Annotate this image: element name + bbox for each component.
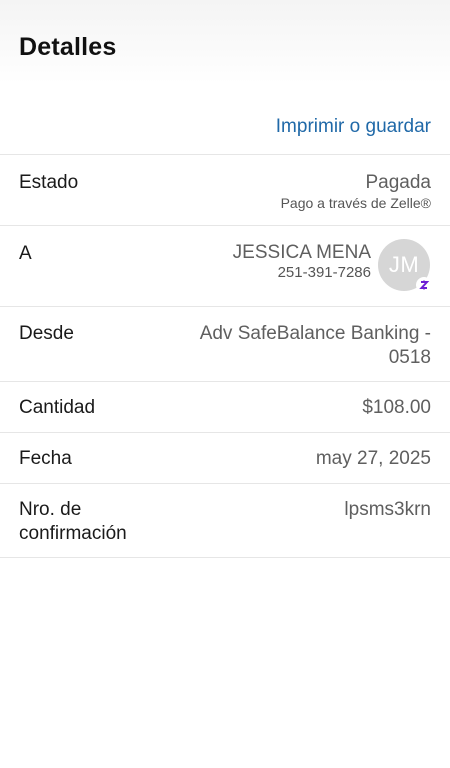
recipient-name: JESSICA MENA <box>232 242 371 263</box>
amount-value: $108.00 <box>362 397 431 418</box>
recipient-row: A JESSICA MENA 251-391-7286 JM <box>0 226 450 307</box>
from-account-line2: 0518 <box>388 347 431 368</box>
print-row: Imprimir o guardar <box>0 84 450 155</box>
zelle-icon <box>416 277 432 293</box>
status-value: Pagada <box>365 172 431 193</box>
print-or-save-link[interactable]: Imprimir o guardar <box>276 116 431 138</box>
header: Detalles <box>0 0 450 84</box>
confirmation-label-line2: confirmación <box>19 523 127 544</box>
confirmation-row: Nro. de confirmación lpsms3krn <box>0 484 450 558</box>
recipient-phone: 251-391-7286 <box>277 264 371 281</box>
amount-label: Cantidad <box>19 397 96 418</box>
date-label: Fecha <box>19 448 72 469</box>
avatar: JM <box>378 239 432 293</box>
recipient-label: A <box>19 243 32 264</box>
date-value: may 27, 2025 <box>315 448 431 469</box>
confirmation-number: lpsms3krn <box>344 499 431 520</box>
from-account-row: Desde Adv SafeBalance Banking - 0518 <box>0 307 450 382</box>
status-row: Estado Pagada Pago a través de Zelle® <box>0 155 450 226</box>
from-account-line1: Adv SafeBalance Banking - <box>199 323 431 344</box>
avatar-initials: JM <box>388 252 420 277</box>
payment-details-screen: Detalles Imprimir o guardar Estado Pagad… <box>0 0 450 768</box>
amount-row: Cantidad $108.00 <box>0 382 450 433</box>
status-label: Estado <box>19 172 79 193</box>
date-row: Fecha may 27, 2025 <box>0 433 450 484</box>
from-label: Desde <box>19 323 74 344</box>
page-title: Detalles <box>19 33 117 61</box>
confirmation-label-line1: Nro. de <box>19 499 82 520</box>
zelle-payment-note: Pago a través de Zelle® <box>280 195 431 211</box>
